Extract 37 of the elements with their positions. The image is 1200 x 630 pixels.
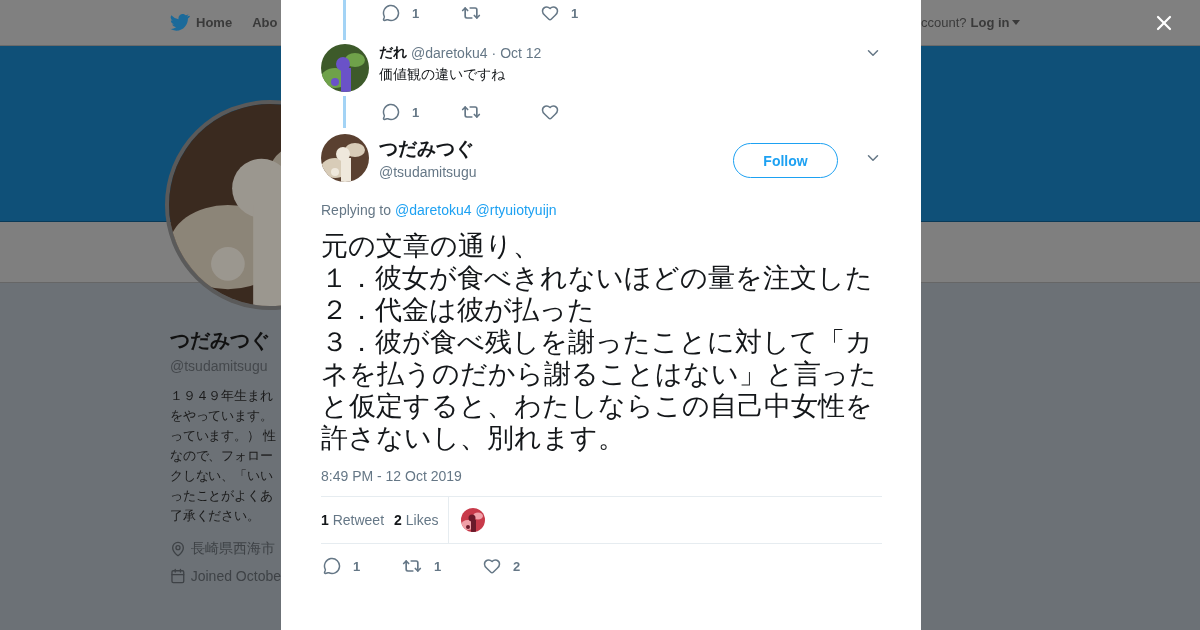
mention-link[interactable]: @rtyuiotyuijn: [475, 202, 557, 218]
reply-count: 1: [412, 104, 420, 120]
separator-dot: ·: [491, 45, 497, 61]
like-count: 1: [571, 5, 579, 21]
replying-label: Replying to: [321, 202, 392, 218]
reply-icon[interactable]: [382, 4, 400, 22]
like-icon[interactable]: [483, 557, 501, 575]
tweet-timestamp: 8:49 PM - 12 Oct 2019: [321, 468, 463, 484]
reply-icon[interactable]: [323, 557, 341, 575]
follow-button[interactable]: Follow: [733, 143, 838, 178]
reply-count: 1: [412, 5, 420, 21]
author-handle: @daretoku4: [411, 45, 488, 61]
profile-bio: １９４９年生まれ をやっています。 っています。） 性 なので、フォロー クしない、「いい ったことがよくあ 了承ください。: [170, 387, 277, 525]
about-link[interactable]: Abo: [252, 15, 278, 30]
login-link[interactable]: Log in: [970, 15, 1020, 30]
location-icon: [170, 541, 186, 557]
account-prompt: ccount?: [921, 15, 967, 30]
home-link[interactable]: Home: [170, 14, 233, 31]
calendar-icon: [170, 568, 186, 584]
profile-name: つだみつぐ: [170, 328, 271, 353]
caret-icon: [1011, 20, 1020, 25]
retweet-count: 1: [434, 558, 442, 574]
likes-stat[interactable]: 2 Likes: [394, 512, 439, 528]
tweet-text: 価値観の違いですね: [379, 66, 506, 84]
mention-link[interactable]: @daretoku4: [395, 202, 472, 218]
tweet-text: 元の文章の通り、 １．彼女が食べきれないほどの量を注文した ２．代金は彼が払った ３．彼が食べ残しを謝ったことに対して「カネを払うのだから謝ることはない」と言った と仮定すると、わたしならこの自己中女性を許さないし、別れます。: [321, 230, 878, 454]
retweet-stat[interactable]: 1 Retweet: [321, 512, 385, 528]
author-handle: @tsudamitsugu: [379, 164, 477, 180]
like-count: 2: [513, 558, 521, 574]
tweet-date: Oct 12: [500, 45, 542, 61]
bird-icon: [170, 14, 190, 31]
reply-count: 1: [353, 558, 361, 574]
reply-icon[interactable]: [382, 103, 400, 121]
author-name: つだみつぐ: [379, 137, 475, 161]
like-icon[interactable]: [541, 4, 559, 22]
like-icon[interactable]: [541, 103, 559, 121]
author-name: だれ: [379, 44, 407, 62]
